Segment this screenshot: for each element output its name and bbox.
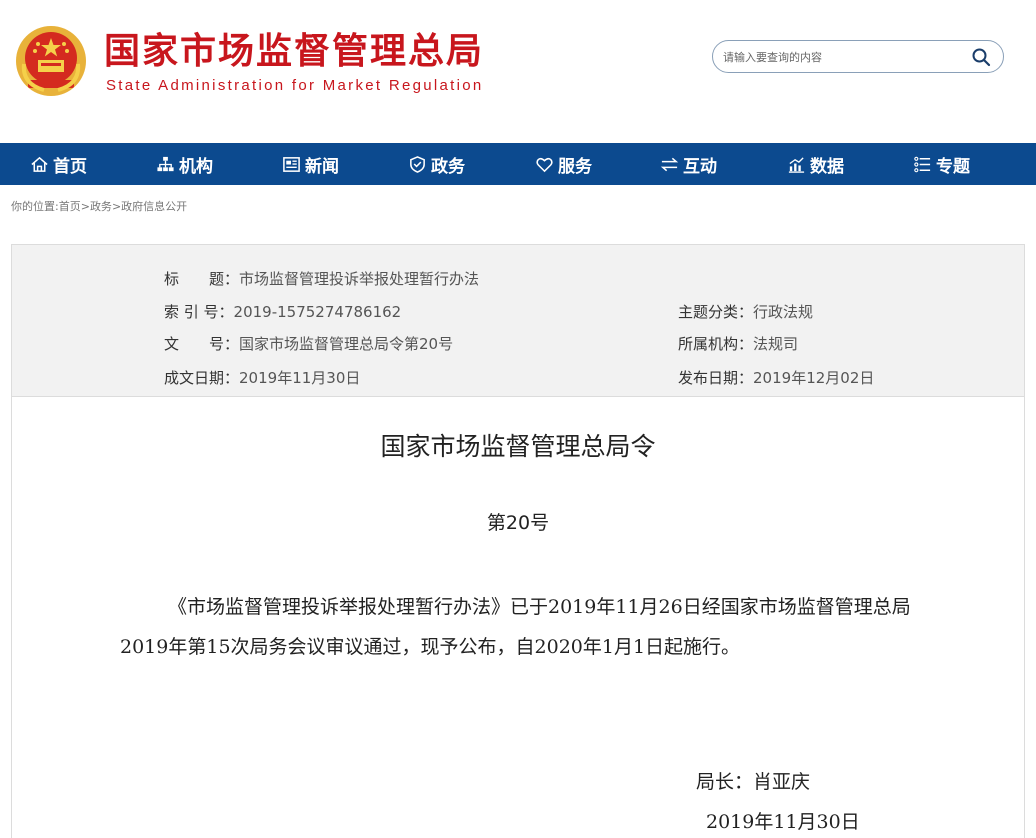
meta-docno-label: 文 号： <box>164 335 240 353</box>
meta-made-row: 成文日期：2019年11月30日 <box>164 368 360 388</box>
site-title-en[interactable]: State Administration for Market Regulati… <box>106 76 484 96</box>
heart-icon <box>536 157 553 172</box>
meta-org-label: 所属机构： <box>678 335 754 353</box>
search-box <box>712 40 1004 73</box>
breadcrumb-separator: > <box>80 200 90 213</box>
document-date: 2019年11月30日 <box>706 811 860 833</box>
breadcrumb-item-affairs[interactable]: 政务 <box>90 200 112 213</box>
main-nav: 首页 机构 新闻 政务 服务 互动 数据 专题 <box>0 143 1036 185</box>
nav-label: 互动 <box>683 156 717 177</box>
meta-org-row: 所属机构：法规司 <box>678 334 798 354</box>
meta-title-value: 市场监督管理投诉举报处理暂行办法 <box>239 270 480 288</box>
nav-label: 专题 <box>936 156 970 177</box>
home-icon <box>31 156 48 172</box>
site-title-cn[interactable]: 国家市场监督管理总局 <box>104 30 484 74</box>
meta-org-value: 法规司 <box>753 335 799 353</box>
nav-label: 服务 <box>558 156 592 177</box>
breadcrumb-item-home[interactable]: 首页 <box>59 200 81 213</box>
search-icon[interactable] <box>971 47 991 67</box>
metadata-panel: 标 题：市场监督管理投诉举报处理暂行办法 索 引 号：2019-15752747… <box>12 245 1024 397</box>
breadcrumb-separator: > <box>111 200 122 213</box>
newspaper-icon <box>283 156 300 172</box>
breadcrumb: 你的位置:首页>政务>政府信息公开 <box>11 198 187 214</box>
nav-item-service[interactable]: 服务 <box>535 143 592 185</box>
meta-index-label: 索 引 号： <box>164 303 234 321</box>
nav-label: 政务 <box>431 156 465 177</box>
meta-pub-label: 发布日期： <box>678 369 754 387</box>
document-number: 第20号 <box>486 512 550 534</box>
bar-chart-icon <box>788 156 805 173</box>
meta-pub-value: 2019年12月02日 <box>753 369 875 387</box>
nav-label: 首页 <box>53 156 87 177</box>
nav-item-interact[interactable]: 互动 <box>660 143 717 185</box>
meta-title-label: 标 题： <box>164 270 240 288</box>
exchange-icon <box>660 157 679 171</box>
meta-docno-value: 国家市场监督管理总局令第20号 <box>239 335 454 353</box>
document-body: 《市场监督管理投诉举报处理暂行办法》已于2019年11月26日经国家市场监督管理… <box>120 596 911 658</box>
document-title: 国家市场监督管理总局令 <box>380 432 656 461</box>
list-icon <box>914 156 931 172</box>
shield-icon <box>410 155 425 173</box>
nav-item-news[interactable]: 新闻 <box>282 143 339 185</box>
nav-item-topics[interactable]: 专题 <box>913 143 970 185</box>
meta-index-row: 索 引 号：2019-1575274786162 <box>164 302 401 322</box>
site-header: 国家市场监督管理总局 State Administration for Mark… <box>0 0 1036 143</box>
meta-topic-label: 主题分类： <box>678 303 754 321</box>
org-chart-icon <box>157 156 174 171</box>
meta-made-value: 2019年11月30日 <box>239 369 361 387</box>
breadcrumb-item-disclosure[interactable]: 政府信息公开 <box>121 200 187 213</box>
document-signer: 局长：肖亚庆 <box>696 771 811 793</box>
meta-index-value: 2019-1575274786162 <box>233 303 402 321</box>
nav-label: 新闻 <box>305 156 339 177</box>
breadcrumb-prefix: 你的位置: <box>11 200 59 213</box>
article-container: 标 题：市场监督管理投诉举报处理暂行办法 索 引 号：2019-15752747… <box>11 244 1025 838</box>
nav-label: 数据 <box>810 156 844 177</box>
nav-item-affairs[interactable]: 政务 <box>408 143 465 185</box>
meta-title-row: 标 题：市场监督管理投诉举报处理暂行办法 <box>164 269 479 289</box>
meta-topic-value: 行政法规 <box>753 303 814 321</box>
national-emblem-icon[interactable] <box>14 24 88 98</box>
nav-label: 机构 <box>179 156 213 177</box>
meta-made-label: 成文日期： <box>164 369 240 387</box>
meta-topic-row: 主题分类：行政法规 <box>678 302 813 322</box>
search-input[interactable] <box>723 47 963 67</box>
nav-item-org[interactable]: 机构 <box>156 143 213 185</box>
nav-item-home[interactable]: 首页 <box>30 143 87 185</box>
meta-pub-row: 发布日期：2019年12月02日 <box>678 368 874 388</box>
nav-item-data[interactable]: 数据 <box>787 143 844 185</box>
meta-docno-row: 文 号：国家市场监督管理总局令第20号 <box>164 334 453 354</box>
